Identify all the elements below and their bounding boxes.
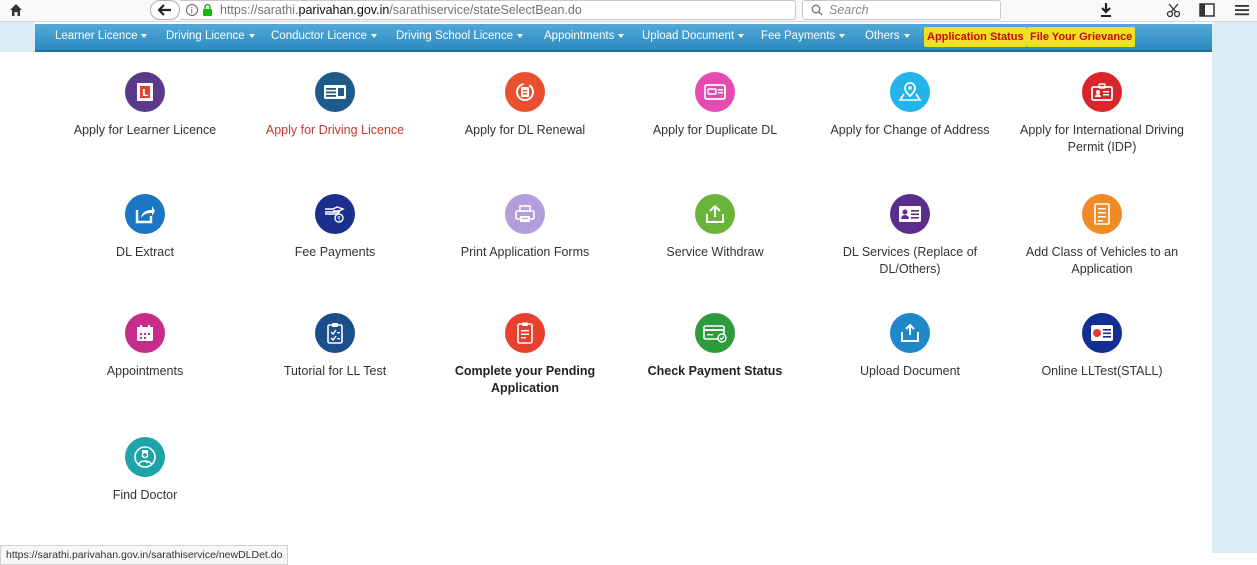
download-icon[interactable] xyxy=(1097,2,1115,18)
service-print-application-forms[interactable]: Print Application Forms xyxy=(430,194,620,261)
url-bar[interactable]: i https://sarathi.parivahan.gov.in/sarat… xyxy=(180,0,960,20)
hand-payment-icon: ₹ xyxy=(315,194,355,234)
service-complete-pending-application[interactable]: Complete your Pending Application xyxy=(430,313,620,397)
home-icon[interactable] xyxy=(8,2,24,18)
page-right-margin xyxy=(1212,22,1257,553)
chevron-down-icon xyxy=(141,33,148,38)
service-label: Appointments xyxy=(106,364,184,378)
upload-tray-icon xyxy=(695,194,735,234)
browser-toolbar: i https://sarathi.parivahan.gov.in/sarat… xyxy=(0,0,1257,22)
site-info-lock-icon[interactable]: i xyxy=(186,3,216,17)
nav-others[interactable]: Others xyxy=(865,30,910,42)
chevron-down-icon xyxy=(248,33,255,38)
printer-icon xyxy=(505,194,545,234)
svg-text:₹: ₹ xyxy=(337,216,341,223)
nav-fee-payments[interactable]: Fee Payments xyxy=(761,30,846,42)
nav-conductor-licence[interactable]: Conductor Licence xyxy=(271,30,377,42)
url-text: https://sarathi.parivahan.gov.in/sarathi… xyxy=(220,3,582,17)
service-label: Add Class of Vehicles to an Application xyxy=(1025,245,1179,276)
service-label: DL Services (Replace of DL/Others) xyxy=(842,245,978,276)
file-grievance-button[interactable]: File Your Grievance xyxy=(1027,27,1136,47)
service-apply-driving-licence[interactable]: Apply for Driving Licence xyxy=(240,72,430,139)
service-label: Apply for DL Renewal xyxy=(464,123,586,137)
service-change-of-address[interactable]: Apply for Change of Address xyxy=(815,72,1005,139)
service-label: Print Application Forms xyxy=(460,245,590,259)
form-list-icon xyxy=(1082,194,1122,234)
service-fee-payments[interactable]: ₹ Fee Payments xyxy=(240,194,430,261)
back-arrow-icon xyxy=(158,4,171,16)
clipboard-checklist-icon xyxy=(315,313,355,353)
upload-document-icon xyxy=(890,313,930,353)
duplicate-card-icon xyxy=(695,72,735,112)
page-left-margin xyxy=(0,22,35,553)
map-pin-icon xyxy=(890,72,930,112)
service-label: Service Withdraw xyxy=(666,245,764,259)
back-button[interactable] xyxy=(150,0,180,20)
service-apply-idp[interactable]: Apply for International Driving Permit (… xyxy=(1007,72,1197,156)
share-extract-icon xyxy=(125,194,165,234)
service-label: Apply for Driving Licence xyxy=(265,123,405,137)
service-withdraw[interactable]: Service Withdraw xyxy=(620,194,810,261)
service-apply-learner-licence[interactable]: L Apply for Learner Licence xyxy=(50,72,240,139)
chevron-down-icon xyxy=(903,33,910,38)
service-label: Online LLTest(STALL) xyxy=(1041,364,1163,378)
calendar-icon xyxy=(125,313,165,353)
service-online-ll-test-stall[interactable]: Online LLTest(STALL) xyxy=(1007,313,1197,380)
service-add-class-of-vehicles[interactable]: Add Class of Vehicles to an Application xyxy=(1007,194,1197,278)
nav-learner-licence[interactable]: Learner Licence xyxy=(55,30,148,42)
service-label: Tutorial for LL Test xyxy=(283,364,387,378)
chevron-down-icon xyxy=(738,33,745,38)
driving-licence-card-icon xyxy=(315,72,355,112)
service-apply-dl-renewal[interactable]: Apply for DL Renewal xyxy=(430,72,620,139)
page-left-band xyxy=(0,22,35,52)
nav-appointments[interactable]: Appointments xyxy=(544,30,625,42)
sidebar-icon[interactable] xyxy=(1198,2,1216,18)
service-label: Check Payment Status xyxy=(647,364,783,378)
id-card-icon xyxy=(890,194,930,234)
menu-icon[interactable] xyxy=(1233,2,1251,18)
payment-card-check-icon xyxy=(695,313,735,353)
search-icon xyxy=(811,4,823,16)
service-label: Upload Document xyxy=(859,364,961,378)
service-label: Find Doctor xyxy=(112,488,178,502)
chevron-down-icon xyxy=(370,33,377,38)
application-status-button[interactable]: Application Status xyxy=(924,27,1027,47)
screenshot-icon[interactable] xyxy=(1165,2,1183,18)
service-dl-services[interactable]: DL Services (Replace of DL/Others) xyxy=(815,194,1005,278)
service-label: Apply for Learner Licence xyxy=(73,123,217,137)
nav-driving-licence[interactable]: Driving Licence xyxy=(166,30,255,42)
browser-status-bar: https://sarathi.parivahan.gov.in/sarathi… xyxy=(0,545,289,565)
service-check-payment-status[interactable]: Check Payment Status xyxy=(620,313,810,380)
renewal-icon xyxy=(505,72,545,112)
service-tutorial-ll-test[interactable]: Tutorial for LL Test xyxy=(240,313,430,380)
chevron-down-icon xyxy=(516,33,523,38)
service-label: Apply for International Driving Permit (… xyxy=(1020,123,1184,154)
svg-text:i: i xyxy=(191,7,194,17)
learner-licence-icon: L xyxy=(125,72,165,112)
service-apply-duplicate-dl[interactable]: Apply for Duplicate DL xyxy=(620,72,810,139)
service-label: Apply for Change of Address xyxy=(830,123,990,137)
service-label: DL Extract xyxy=(116,245,174,259)
nav-upload-document[interactable]: Upload Document xyxy=(642,30,745,42)
service-appointments[interactable]: Appointments xyxy=(50,313,240,380)
chevron-down-icon xyxy=(839,33,846,38)
search-input[interactable]: Search xyxy=(802,0,1001,20)
idp-card-icon xyxy=(1082,72,1122,112)
service-label: Fee Payments xyxy=(294,245,376,259)
service-find-doctor[interactable]: Find Doctor xyxy=(50,437,240,504)
service-upload-document[interactable]: Upload Document xyxy=(815,313,1005,380)
main-navigation: Learner Licence Driving Licence Conducto… xyxy=(35,24,1212,52)
service-label: Apply for Duplicate DL xyxy=(652,123,778,137)
chevron-down-icon xyxy=(618,33,625,38)
doctor-icon xyxy=(125,437,165,477)
nav-driving-school-licence[interactable]: Driving School Licence xyxy=(396,30,523,42)
svg-text:L: L xyxy=(142,88,149,99)
service-dl-extract[interactable]: DL Extract xyxy=(50,194,240,261)
service-label: Complete your Pending Application xyxy=(454,364,596,395)
online-test-icon xyxy=(1082,313,1122,353)
document-pending-icon xyxy=(505,313,545,353)
